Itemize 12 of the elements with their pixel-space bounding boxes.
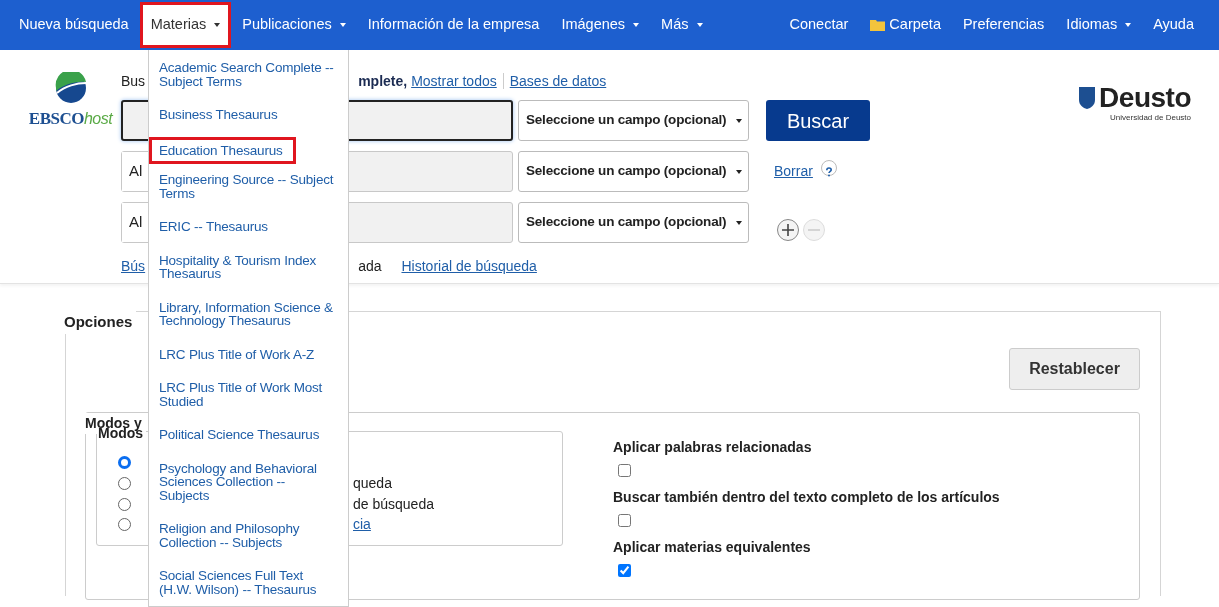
checkbox-label: Aplicar materias equivalentes (613, 537, 812, 557)
logo-text: EBSCOhost (28, 108, 113, 130)
text: ada (358, 257, 382, 276)
database-name: mplete, (358, 71, 408, 91)
option-text: queda (353, 474, 392, 494)
section-title: Opciones (64, 311, 137, 334)
checkbox-label: Aplicar palabras relacionadas (613, 437, 813, 457)
option-text: de búsqueda (353, 494, 434, 514)
checkbox-label: Buscar también dentro del texto completo de los artículos (613, 487, 1000, 507)
searching-label: Bus (121, 71, 146, 91)
institution-name: Deusto (1099, 84, 1191, 112)
institution-subtitle: Universidad de Deusto (1110, 112, 1191, 124)
